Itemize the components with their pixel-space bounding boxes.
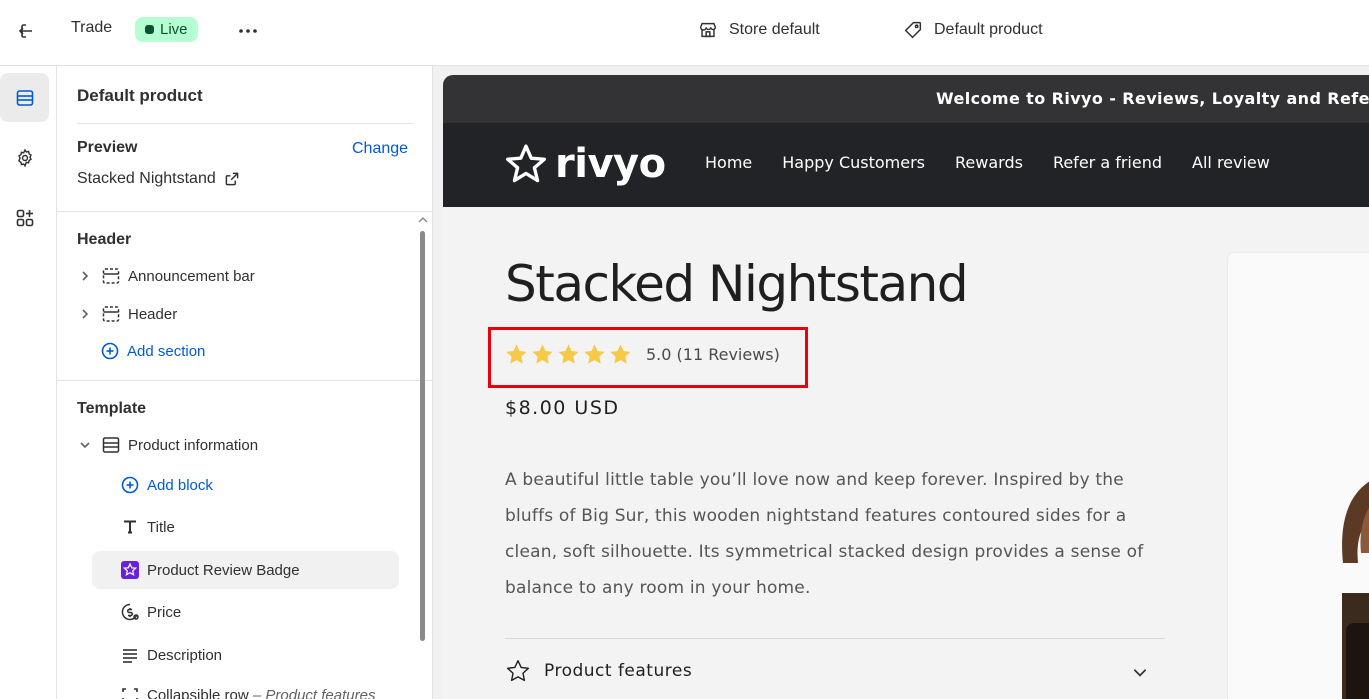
star-filled-icon: [506, 344, 527, 364]
apps-tab[interactable]: [0, 193, 49, 242]
section-icon: [102, 437, 120, 453]
section-announcement-bar[interactable]: Announcement bar: [77, 257, 393, 295]
announcement-bar: Welcome to Rivyo - Reviews, Loyalty and …: [443, 75, 1369, 123]
block-collapsible-row[interactable]: Collapsible row – Product features: [120, 676, 420, 699]
left-rail: [0, 66, 57, 699]
section-product-information[interactable]: Product information: [77, 426, 393, 464]
store-header: rivyo Home Happy Customers Rewards Refer…: [443, 123, 1369, 207]
gear-icon: [17, 148, 32, 167]
chevron-right-icon[interactable]: [77, 306, 93, 322]
sections-icon: [16, 89, 33, 106]
section-icon: [102, 268, 120, 284]
section-icon: [102, 306, 120, 322]
chevron-right-icon[interactable]: [77, 268, 93, 284]
block-label: Product Review Badge: [147, 561, 300, 579]
sections-sidebar: Default product Preview Change Stacked N…: [57, 66, 433, 699]
template-selector-label: Default product: [934, 21, 1043, 38]
store-icon: [699, 22, 717, 38]
change-preview-link[interactable]: Change: [352, 140, 408, 158]
block-description[interactable]: Description: [120, 636, 390, 674]
store-selector[interactable]: Store default: [697, 18, 820, 42]
star-logo-icon: [505, 144, 547, 183]
storefront-preview: Welcome to Rivyo - Reviews, Loyalty and …: [443, 75, 1369, 699]
block-detail: – Product features: [252, 686, 376, 699]
section-header[interactable]: Header: [77, 295, 393, 333]
text-icon: [124, 520, 136, 534]
divider: [505, 638, 1165, 639]
nav-rewards[interactable]: Rewards: [955, 153, 1023, 172]
product-features-accordion[interactable]: Product features: [505, 658, 692, 684]
block-title[interactable]: Title: [120, 508, 390, 546]
divider: [57, 380, 432, 381]
divider: [77, 123, 413, 124]
external-link-icon: [225, 172, 239, 186]
live-status-badge: Live: [135, 17, 198, 42]
add-block-button[interactable]: Add block: [120, 466, 390, 504]
add-section-label: Add section: [127, 342, 206, 360]
nav-all-review[interactable]: All review: [1192, 153, 1270, 172]
live-status-text: Live: [160, 21, 188, 38]
collapsible-row-icon: [122, 688, 138, 699]
divider: [57, 211, 432, 212]
star-outline-icon: [506, 660, 530, 682]
store-selector-label: Store default: [729, 21, 820, 38]
plus-circle-icon: [121, 476, 139, 494]
block-price[interactable]: Price: [120, 593, 390, 631]
preview-label: Preview: [77, 139, 138, 156]
settings-tab[interactable]: [0, 133, 49, 182]
template-selector[interactable]: Default product: [902, 18, 1043, 42]
store-logo-text: rivyo: [555, 141, 666, 187]
nav-home[interactable]: Home: [705, 153, 752, 172]
star-filled-icon: [584, 344, 605, 364]
star-filled-icon: [532, 344, 553, 364]
more-actions-icon[interactable]: [236, 19, 260, 43]
price-icon: [121, 603, 139, 621]
block-label: Collapsible row: [147, 686, 249, 699]
nav-refer-a-friend[interactable]: Refer a friend: [1053, 153, 1162, 172]
product-features-label: Product features: [544, 661, 693, 681]
scroll-up-arrow-icon[interactable]: [418, 216, 428, 224]
sidebar-scrollbar[interactable]: [420, 231, 425, 641]
template-group-label: Template: [77, 400, 147, 417]
chevron-down-icon[interactable]: [77, 437, 93, 453]
header-group-label: Header: [77, 231, 132, 248]
preview-product-name: Stacked Nightstand: [77, 170, 216, 187]
block-product-review-badge[interactable]: Product Review Badge: [92, 551, 399, 589]
nav-happy-customers[interactable]: Happy Customers: [782, 153, 925, 172]
theme-name: Trade: [71, 19, 113, 36]
rivyo-app-icon: [121, 561, 139, 579]
add-section-header[interactable]: Add section: [100, 332, 380, 370]
section-label: Header: [128, 305, 178, 323]
block-label: Price: [147, 603, 182, 621]
rating-summary[interactable]: 5.0 (11 Reviews): [646, 345, 780, 364]
store-logo[interactable]: rivyo: [505, 141, 666, 187]
chevron-down-icon[interactable]: [1131, 663, 1149, 681]
editor-topbar: Trade Live Store default Default product: [0, 0, 1369, 66]
rating-stars[interactable]: [505, 343, 632, 366]
nightstand-image: [1342, 481, 1369, 699]
paragraph-icon: [123, 649, 137, 663]
block-label: Description: [147, 646, 223, 664]
star-filled-icon: [610, 344, 631, 364]
tag-icon: [904, 21, 922, 39]
section-label: Product information: [128, 436, 259, 454]
section-label: Announcement bar: [128, 267, 255, 285]
plus-circle-icon: [101, 342, 119, 360]
exit-icon[interactable]: [14, 19, 38, 43]
status-dot-icon: [145, 25, 154, 34]
apps-icon: [16, 209, 33, 226]
product-description: A beautiful little table you’ll love now…: [505, 470, 1144, 598]
add-block-label: Add block: [147, 476, 213, 494]
store-nav: Home Happy Customers Rewards Refer a fri…: [705, 153, 1270, 172]
star-filled-icon: [558, 344, 579, 364]
product-title: Stacked Nightstand: [505, 255, 969, 313]
sections-tab[interactable]: [0, 73, 49, 122]
block-label: Title: [147, 518, 175, 536]
preview-product[interactable]: Stacked Nightstand: [77, 170, 240, 188]
product-price: $8.00 USD: [505, 397, 620, 419]
sidebar-title: Default product: [77, 86, 203, 105]
